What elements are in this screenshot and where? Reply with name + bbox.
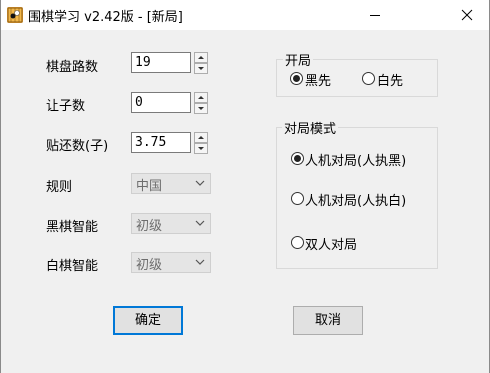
mode-pvp-label[interactable]: 双人对局 xyxy=(305,234,357,253)
komi-decrement[interactable] xyxy=(194,143,208,154)
mode-group-title: 对局模式 xyxy=(282,118,339,137)
arrow-down-icon xyxy=(198,147,204,150)
handicap-label: 让子数 xyxy=(46,99,86,114)
black-ai-select[interactable]: 初级 xyxy=(131,213,211,234)
white-ai-label: 白棋智能 xyxy=(46,259,99,274)
arrow-up-icon xyxy=(198,56,204,59)
chevron-down-icon xyxy=(195,259,205,265)
opening-group-title: 开局 xyxy=(283,50,314,69)
black-ai-label: 黑棋智能 xyxy=(46,220,99,235)
komi-label: 贴还数(子) xyxy=(46,139,109,154)
board-size-increment[interactable] xyxy=(194,52,208,63)
komi-input[interactable]: 3.75 xyxy=(131,132,191,153)
chevron-down-icon xyxy=(195,180,205,186)
chevron-down-icon xyxy=(195,220,205,226)
opening-white-first-label[interactable]: 白先 xyxy=(377,70,403,89)
opening-white-first-radio[interactable] xyxy=(362,72,375,85)
close-icon xyxy=(461,9,473,21)
rules-label: 规则 xyxy=(46,180,73,195)
board-size-label: 棋盘路数 xyxy=(46,60,99,75)
window-title: 围棋学习 v2.42版 - [新局] xyxy=(28,10,183,25)
arrow-up-icon xyxy=(198,96,204,99)
white-ai-select-value: 初级 xyxy=(136,258,163,273)
black-ai-select-value: 初级 xyxy=(136,219,163,234)
arrow-up-icon xyxy=(198,136,204,139)
app-icon xyxy=(7,7,23,23)
minimize-icon xyxy=(370,15,380,16)
cancel-button[interactable]: 取消 xyxy=(293,306,363,335)
opening-black-first-label[interactable]: 黑先 xyxy=(305,70,331,89)
handicap-input[interactable]: 0 xyxy=(131,92,191,113)
komi-increment[interactable] xyxy=(194,132,208,143)
board-size-decrement[interactable] xyxy=(194,63,208,74)
arrow-down-icon xyxy=(198,107,204,110)
mode-pve-white-label[interactable]: 人机对局(人执白) xyxy=(305,190,406,209)
window-border-left xyxy=(0,0,1,373)
mode-pvp-radio[interactable] xyxy=(291,236,304,249)
ok-button[interactable]: 确定 xyxy=(113,306,183,335)
close-button[interactable] xyxy=(444,0,490,30)
handicap-increment[interactable] xyxy=(194,92,208,103)
minimize-button[interactable] xyxy=(352,0,398,30)
rules-select-value: 中国 xyxy=(136,179,163,194)
arrow-down-icon xyxy=(198,67,204,70)
handicap-decrement[interactable] xyxy=(194,103,208,114)
rules-select[interactable]: 中国 xyxy=(131,173,211,194)
mode-pve-black-label[interactable]: 人机对局(人执黑) xyxy=(305,150,406,169)
mode-pve-white-radio[interactable] xyxy=(291,192,304,205)
opening-black-first-radio[interactable] xyxy=(290,72,303,85)
board-size-input[interactable]: 19 xyxy=(131,52,191,73)
mode-pve-black-radio[interactable] xyxy=(291,152,304,165)
white-ai-select[interactable]: 初级 xyxy=(131,252,211,273)
